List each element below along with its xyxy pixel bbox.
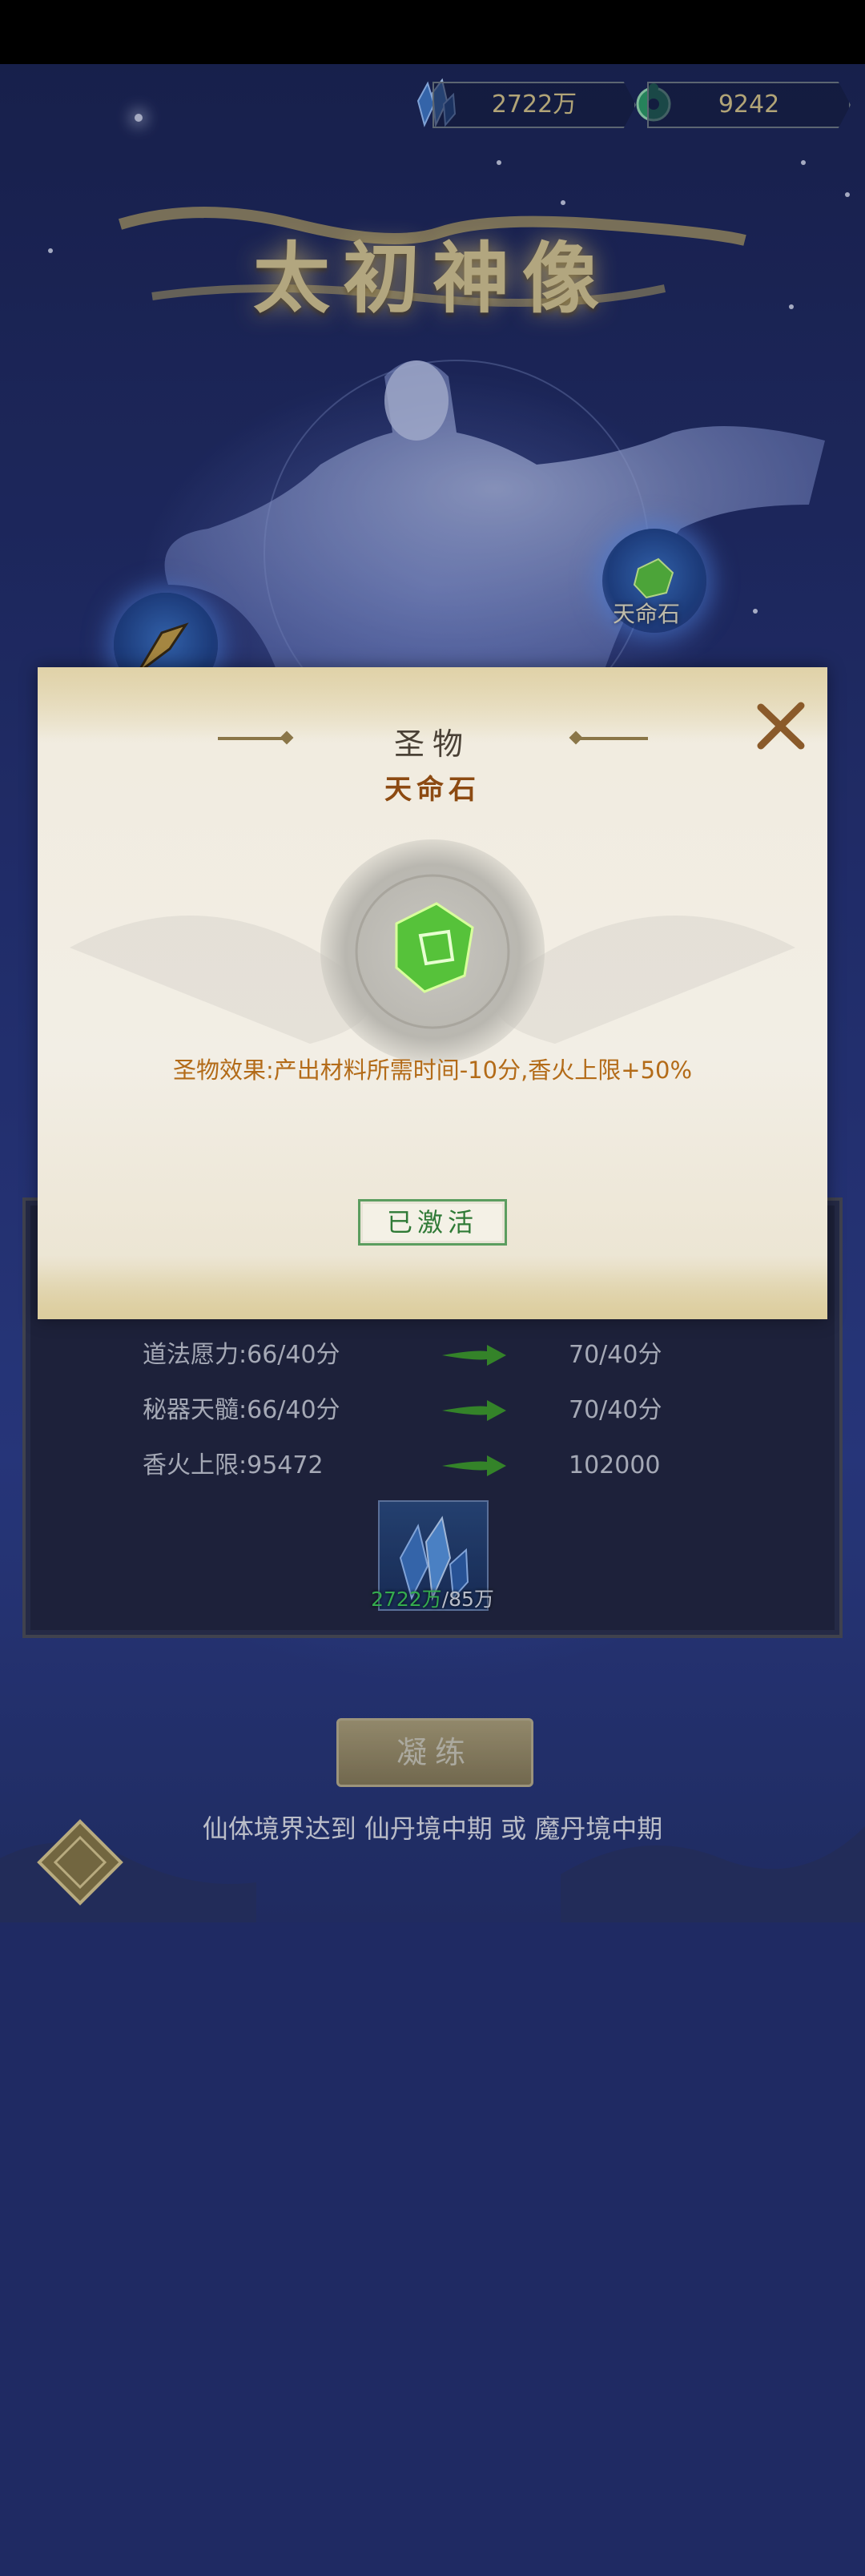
modal-title: 圣物 bbox=[393, 727, 471, 762]
relic-name: 天命石 bbox=[384, 774, 481, 806]
close-icon[interactable] bbox=[754, 699, 807, 752]
green-gem-icon bbox=[355, 874, 510, 1029]
relic-icon-frame bbox=[320, 839, 545, 1064]
modal-footer-band bbox=[38, 1255, 827, 1319]
status-bar bbox=[0, 0, 865, 64]
activated-button[interactable]: 已激活 bbox=[358, 1199, 507, 1246]
relic-effect: 圣物效果:产出材料所需时间-10分,香火上限+50% bbox=[172, 1057, 693, 1084]
stat-row bbox=[26, 2536, 846, 2576]
relic-detail-modal: 圣物 天命石 圣物效果:产出材料所需时间-10分,香火上限+50% 已激活 bbox=[38, 667, 827, 1319]
